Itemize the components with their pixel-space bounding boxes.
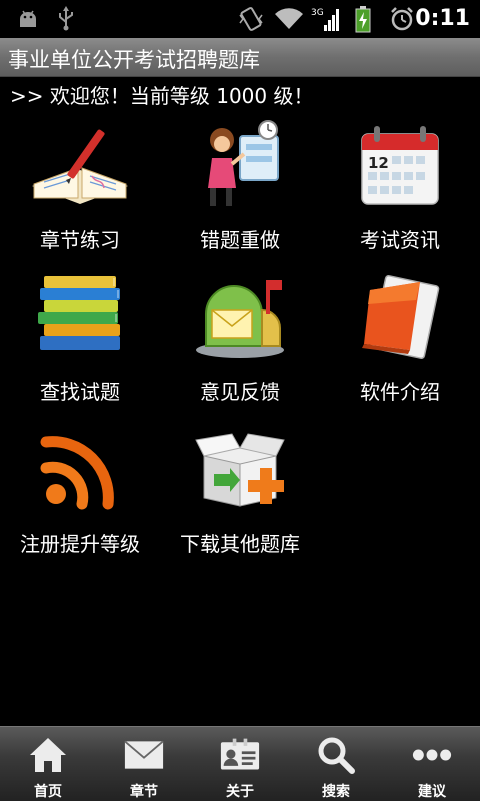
- menu-item-label: 下载其他题库: [180, 532, 300, 556]
- menu-item-about-software[interactable]: 软件介绍: [320, 264, 480, 414]
- status-bar: 3G 0:11: [0, 0, 480, 38]
- menu-item-feedback[interactable]: 意见反馈: [160, 264, 320, 414]
- box-add-icon: [190, 422, 290, 514]
- usb-icon: [54, 4, 78, 34]
- notepad-icon: [350, 270, 450, 362]
- menu-item-chapter-practice[interactable]: 章节练习: [0, 112, 160, 262]
- menu-item-redo-wrong[interactable]: 错题重做: [160, 112, 320, 262]
- calendar-icon: 12: [350, 118, 450, 210]
- contact-card-icon: [220, 735, 260, 775]
- menu-item-find-questions[interactable]: 查找试题: [0, 264, 160, 414]
- wifi-icon: [272, 4, 306, 34]
- welcome-text: >> 欢迎您！当前等级 1000 级！: [10, 84, 314, 108]
- menu-item-download-banks[interactable]: 下载其他题库: [160, 416, 320, 566]
- tab-label: 建议: [418, 784, 446, 800]
- search-icon: [316, 735, 356, 775]
- more-icon: [412, 735, 452, 775]
- tab-label: 首页: [34, 784, 62, 800]
- tab-chapters[interactable]: 章节: [96, 727, 192, 801]
- tab-label: 章节: [130, 784, 158, 800]
- teacher-board-icon: [190, 118, 290, 210]
- page-title: 事业单位公开考试招聘题库: [8, 48, 260, 72]
- bottom-tab-bar: 首页 章节 关于 搜索 建议: [0, 726, 480, 801]
- menu-item-label: 软件介绍: [360, 380, 440, 404]
- mailbox-icon: [190, 270, 290, 362]
- menu-item-label: 查找试题: [40, 380, 120, 404]
- tab-label: 关于: [226, 784, 254, 800]
- network-label: 3G: [311, 8, 324, 18]
- menu-item-label: 考试资讯: [360, 228, 440, 252]
- title-bar: 事业单位公开考试招聘题库: [0, 38, 480, 77]
- status-time: 0:11: [415, 6, 470, 31]
- android-debug-icon: [14, 4, 42, 34]
- book-pen-icon: [30, 118, 130, 210]
- calendar-day: 12: [368, 154, 389, 172]
- home-icon: [28, 735, 68, 775]
- menu-item-register-upgrade[interactable]: 注册提升等级: [0, 416, 160, 566]
- menu-item-label: 错题重做: [200, 228, 280, 252]
- menu-item-exam-news[interactable]: 12 考试资讯: [320, 112, 480, 262]
- menu-item-label: 意见反馈: [200, 380, 280, 404]
- menu-item-label: 注册提升等级: [20, 532, 140, 556]
- tab-search[interactable]: 搜索: [288, 727, 384, 801]
- books-stack-icon: [30, 270, 130, 362]
- rss-icon: [30, 422, 130, 514]
- vibrate-icon: [236, 4, 266, 34]
- battery-charging-icon: [352, 4, 374, 34]
- tab-label: 搜索: [322, 784, 350, 800]
- tab-about[interactable]: 关于: [192, 727, 288, 801]
- alarm-icon: [388, 4, 416, 34]
- signal-3g-icon: 3G: [310, 4, 340, 34]
- tab-home[interactable]: 首页: [0, 727, 96, 801]
- mail-icon: [124, 735, 164, 775]
- tab-suggestions[interactable]: 建议: [384, 727, 480, 801]
- menu-item-label: 章节练习: [40, 228, 120, 252]
